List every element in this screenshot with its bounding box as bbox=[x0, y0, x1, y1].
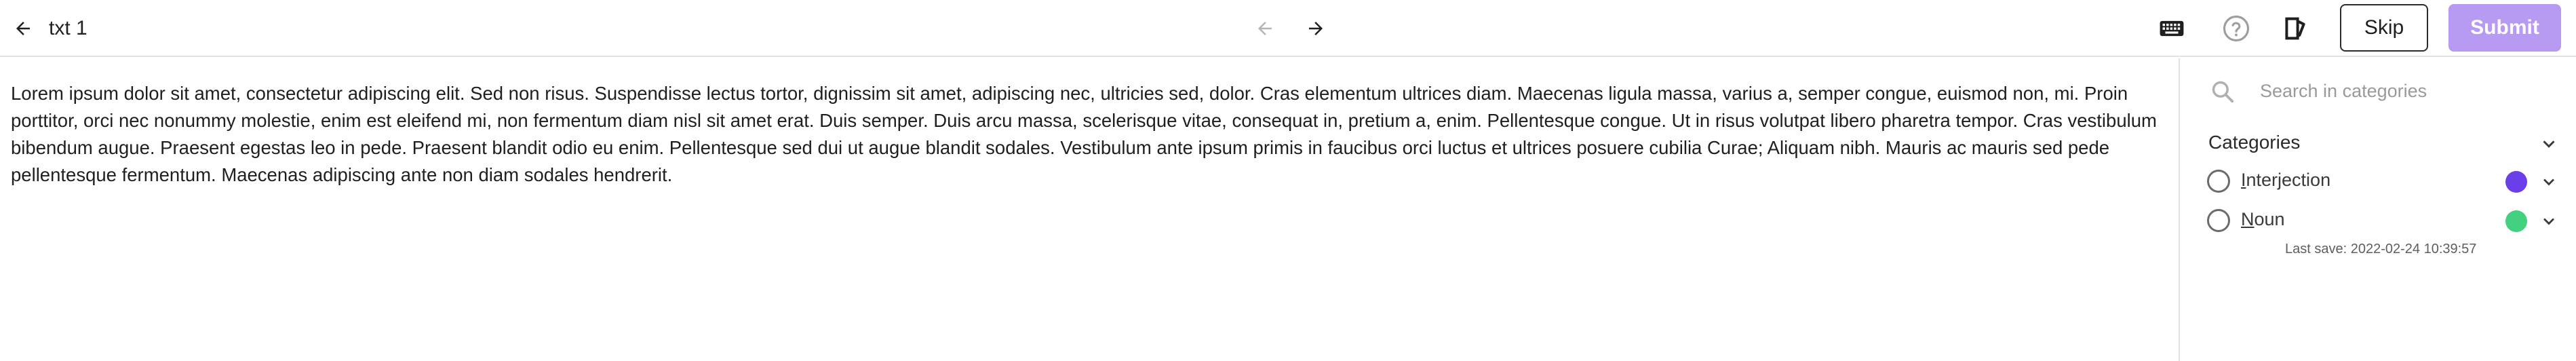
document-title: txt 1 bbox=[49, 17, 87, 39]
document-text[interactable]: Lorem ipsum dolor sit amet, consectetur … bbox=[11, 80, 2171, 189]
top-toolbar: txt 1 Skip Submit bbox=[0, 0, 2576, 57]
category-color-swatch[interactable] bbox=[2505, 210, 2527, 232]
document-editor[interactable]: Lorem ipsum dolor sit amet, consectetur … bbox=[0, 58, 2179, 361]
back-button[interactable] bbox=[8, 14, 38, 43]
help-button[interactable] bbox=[2220, 12, 2252, 45]
category-radio[interactable] bbox=[2207, 170, 2230, 193]
category-label: Interjection bbox=[2241, 170, 2331, 190]
category-expand-button[interactable] bbox=[2535, 168, 2562, 195]
keyboard-shortcuts-button[interactable] bbox=[2155, 12, 2188, 45]
category-label: Noun bbox=[2241, 209, 2285, 229]
categories-collapse-button[interactable] bbox=[2535, 130, 2562, 157]
category-color-swatch[interactable] bbox=[2505, 171, 2527, 193]
category-item-noun[interactable]: Noun bbox=[2207, 204, 2567, 236]
search-icon bbox=[2210, 79, 2237, 106]
arrow-left-icon bbox=[16, 22, 30, 35]
chevron-down-icon bbox=[2543, 140, 2555, 148]
category-expand-button[interactable] bbox=[2535, 208, 2562, 235]
annotation-mode-icon bbox=[2285, 17, 2305, 40]
last-save-status: Last save: 2022-02-24 10:39:57 bbox=[2285, 242, 2477, 256]
submit-button[interactable]: Submit bbox=[2448, 4, 2561, 52]
previous-document-button[interactable] bbox=[1250, 14, 1280, 43]
categories-heading: Categories bbox=[2208, 132, 2301, 153]
category-item-interjection[interactable]: Interjection bbox=[2207, 164, 2567, 197]
category-radio[interactable] bbox=[2207, 209, 2230, 232]
annotation-mode-button[interactable] bbox=[2279, 12, 2311, 45]
chevron-down-icon bbox=[2543, 178, 2554, 186]
keyboard-icon bbox=[2160, 20, 2184, 37]
categories-sidebar: Categories Interjection Noun Last save: … bbox=[2179, 58, 2576, 361]
help-circle-icon bbox=[2223, 15, 2250, 42]
arrow-left-icon bbox=[1258, 22, 1272, 35]
skip-button[interactable]: Skip bbox=[2340, 4, 2428, 52]
chevron-down-icon bbox=[2543, 218, 2554, 225]
category-search-input[interactable] bbox=[2260, 76, 2558, 106]
arrow-right-icon bbox=[1309, 22, 1323, 35]
next-document-button[interactable] bbox=[1301, 14, 1331, 43]
